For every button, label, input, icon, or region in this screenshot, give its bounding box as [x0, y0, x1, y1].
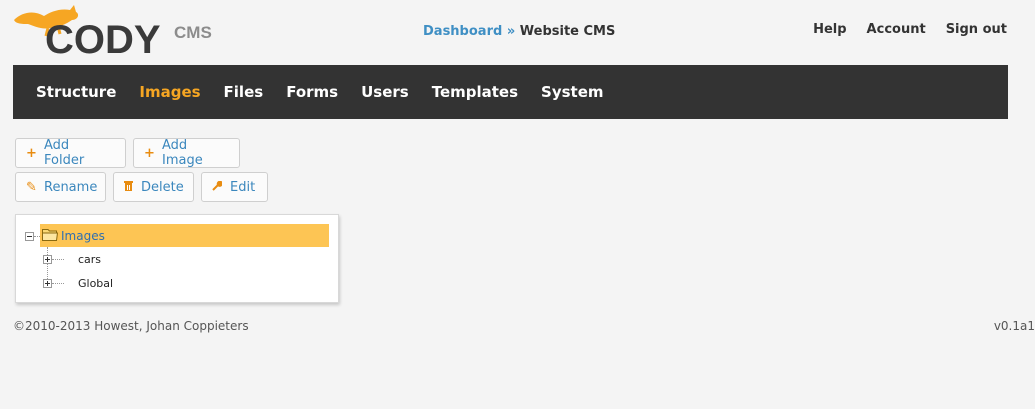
- trash-icon: [124, 180, 133, 195]
- tree-node-label[interactable]: Images: [61, 229, 105, 243]
- menu-item-structure[interactable]: Structure: [36, 83, 116, 101]
- cody-logo[interactable]: CODY CMS: [12, 2, 212, 62]
- footer-version: v0.1a1: [993, 319, 1035, 333]
- collapse-icon[interactable]: [25, 232, 34, 241]
- edit-button[interactable]: Edit: [201, 172, 268, 202]
- add-image-label: Add Image: [162, 138, 203, 168]
- menu-item-templates[interactable]: Templates: [432, 83, 518, 101]
- delete-label: Delete: [141, 179, 184, 195]
- breadcrumb-separator: »: [506, 24, 516, 39]
- menu-item-files[interactable]: Files: [224, 83, 264, 101]
- add-image-button[interactable]: + Add Image: [133, 138, 240, 168]
- sign-out-link[interactable]: Sign out: [946, 22, 1007, 37]
- account-link[interactable]: Account: [867, 22, 926, 37]
- rename-label: Rename: [44, 179, 98, 195]
- menu-item-system[interactable]: System: [541, 83, 603, 101]
- add-folder-button[interactable]: + Add Folder: [15, 138, 126, 168]
- rename-button[interactable]: ✎ Rename: [15, 172, 106, 202]
- images-tree: Images cars Global: [15, 214, 339, 303]
- plus-icon: +: [26, 145, 37, 161]
- main-menu: Structure Images Files Forms Users Templ…: [13, 65, 1008, 119]
- menu-item-forms[interactable]: Forms: [286, 83, 338, 101]
- tree-node-cars[interactable]: cars: [78, 253, 101, 266]
- pencil-icon: ✎: [26, 179, 37, 195]
- edit-label: Edit: [230, 179, 256, 195]
- breadcrumb-current: Website CMS: [519, 24, 616, 39]
- footer-copyright: ©2010-2013 Howest, Johan Coppieters: [13, 319, 249, 333]
- breadcrumb-dashboard-link[interactable]: Dashboard: [423, 24, 502, 39]
- top-nav: Help Account Sign out: [793, 22, 1007, 37]
- breadcrumb: Dashboard » Website CMS: [423, 24, 615, 39]
- logo-text: CODY: [45, 18, 161, 62]
- plus-icon: +: [144, 145, 155, 161]
- tree-node-global[interactable]: Global: [78, 277, 113, 290]
- menu-item-users[interactable]: Users: [361, 83, 409, 101]
- wrench-icon: [212, 180, 224, 195]
- expand-icon[interactable]: [43, 255, 52, 264]
- help-link[interactable]: Help: [813, 22, 846, 37]
- folder-open-icon: [42, 229, 58, 241]
- logo-suffix: CMS: [174, 23, 212, 42]
- delete-button[interactable]: Delete: [113, 172, 194, 202]
- expand-icon[interactable]: [43, 279, 52, 288]
- menu-item-images[interactable]: Images: [139, 83, 200, 101]
- add-folder-label: Add Folder: [44, 138, 85, 168]
